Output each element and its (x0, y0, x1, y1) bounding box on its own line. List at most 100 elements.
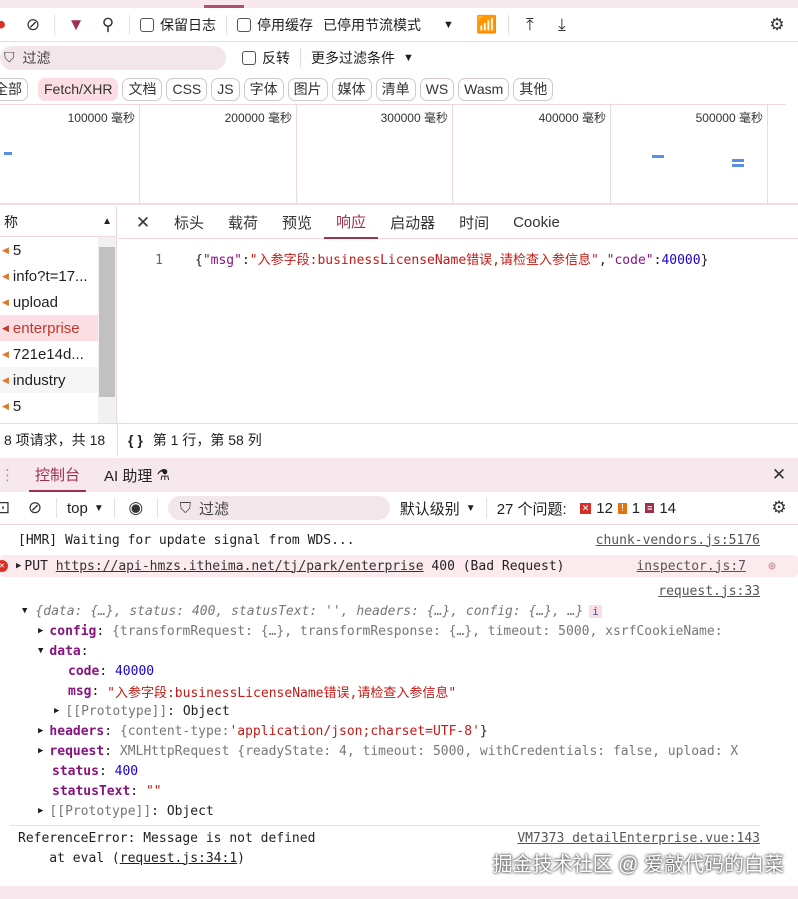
source-link[interactable]: inspector.js:7 (636, 559, 746, 574)
type-ws[interactable]: WS (419, 77, 455, 101)
tab-cookies[interactable]: Cookie (501, 207, 572, 239)
request-list-scrollbar[interactable] (98, 237, 116, 423)
property-config[interactable]: ▶ config: {transformRequest: {…}, transfo… (0, 621, 798, 641)
expand-arrow-icon[interactable]: ▼ (38, 646, 43, 656)
network-conditions-icon[interactable]: 📶 (476, 14, 498, 36)
request-row[interactable]: ◀ upload (0, 289, 98, 315)
expand-arrow-icon[interactable]: ▶ (54, 706, 59, 716)
request-url-link[interactable]: https://api-hmzs.itheima.net/tj/park/ent… (56, 559, 424, 574)
close-icon[interactable]: ✕ (132, 212, 154, 234)
tab-response[interactable]: 响应 (324, 207, 379, 239)
source-link[interactable]: VM7373 detailEnterprise.vue:143 (517, 831, 760, 846)
type-img[interactable]: 图片 (287, 77, 328, 101)
expand-arrow-icon[interactable]: ▶ (38, 806, 43, 816)
more-filters-button[interactable]: 更多过滤条件 ▼ (311, 48, 414, 68)
log-level-select[interactable]: 默认级别 ▼ (400, 498, 476, 519)
divider (129, 14, 130, 35)
type-other[interactable]: 其他 (513, 77, 554, 101)
request-row[interactable]: ◀ 5 (0, 393, 98, 419)
type-js[interactable]: JS (211, 77, 240, 101)
scrollbar-thumb[interactable] (99, 247, 115, 397)
property-value: "入参字段:businessLicenseName错误,请检查入参信息" (107, 685, 457, 701)
request-row-selected[interactable]: ◀ enterprise (0, 315, 98, 341)
property-value: "" (145, 783, 162, 799)
console-settings-icon[interactable]: ⚙ (768, 497, 790, 519)
cursor-position: 第 1 行，第 58 列 (152, 432, 262, 448)
pretty-print-icon[interactable]: { } (128, 432, 143, 448)
source-link[interactable]: chunk-vendors.js:5176 (596, 533, 760, 548)
tab-timing[interactable]: 时间 (447, 207, 501, 239)
divider (56, 498, 57, 518)
context-select[interactable]: top ▼ (67, 500, 104, 517)
property-prototype[interactable]: ▶ [[Prototype]]: Object (0, 701, 798, 721)
issues-button[interactable]: 27 个问题: ✕ 12 ! 1 ≡ 14 (497, 498, 676, 519)
console-output: [HMR] Waiting for update signal from WDS… (0, 530, 798, 868)
request-row[interactable]: ◀ info?t=17... (0, 263, 98, 289)
type-fetch-xhr[interactable]: Fetch/XHR (38, 77, 119, 101)
expand-arrow-icon[interactable]: ▶ (38, 726, 43, 736)
source-link[interactable]: request.js:33 (658, 584, 760, 599)
property-data[interactable]: ▼ data: (0, 641, 798, 661)
record-icon[interactable]: ⏺ (0, 14, 12, 36)
expand-arrow-icon[interactable]: ▼ (22, 606, 27, 616)
request-list: 称 ▲ ◀ 5 ◀ info?t=17... ◀ upload ◀ enterprise … (0, 207, 117, 423)
filter-icon[interactable]: ▼ (65, 14, 87, 36)
gear-icon[interactable]: ⚙ (766, 14, 788, 36)
search-icon[interactable]: ⚲ (97, 14, 119, 36)
throttling-select[interactable]: 已停用节流模式 ▼ (323, 15, 454, 35)
type-manifest[interactable]: 清单 (375, 77, 416, 101)
issues-label: 27 个问题: (496, 500, 567, 518)
property-prototype[interactable]: ▶ [[Prototype]]: Object (0, 801, 798, 821)
response-body[interactable]: 1 {"msg":"入参字段:businessLicenseName错误,请检查入… (118, 249, 798, 268)
brace: } (479, 723, 488, 739)
tab-preview[interactable]: 预览 (270, 207, 324, 239)
console-filter-input[interactable]: ⛉ 过滤 (167, 496, 390, 520)
message-text: ReferenceError: Message is not defined (18, 830, 316, 846)
preserve-log-checkbox[interactable]: 保留日志 (140, 15, 216, 35)
http-method: PUT (24, 558, 48, 574)
type-css[interactable]: CSS (166, 77, 208, 101)
network-overview-timeline[interactable]: 100000 毫秒 200000 毫秒 300000 毫秒 400000 毫秒 … (0, 105, 798, 205)
eye-icon[interactable]: ◉ (125, 497, 147, 519)
type-wasm[interactable]: Wasm (458, 77, 510, 101)
tab-payload[interactable]: 载荷 (216, 207, 270, 239)
expand-arrow-icon[interactable]: ▶ (38, 626, 43, 636)
sidebar-toggle-icon[interactable]: ⊡ (0, 497, 14, 519)
type-doc[interactable]: 文档 (122, 77, 163, 101)
disable-cache-checkbox[interactable]: 停用缓存 (237, 15, 313, 35)
type-media[interactable]: 媒体 (331, 77, 372, 101)
property-value: 400 (114, 763, 139, 779)
tab-initiator[interactable]: 启动器 (378, 207, 447, 239)
request-row[interactable]: ◀ industry (0, 367, 98, 393)
property-key: [[Prototype]] (65, 703, 168, 719)
type-all[interactable]: 全部 (0, 77, 28, 101)
tab-headers[interactable]: 标头 (162, 207, 216, 239)
invert-label: 反转 (262, 49, 290, 66)
expand-arrow-icon[interactable]: ▶ (16, 561, 21, 571)
request-detail-panel: ✕ 标头 载荷 预览 响应 启动器 时间 Cookie 1 {"msg":"入参字… (118, 207, 798, 423)
property-request[interactable]: ▶ request: XMLHttpRequest {readyState: 4,… (0, 741, 768, 761)
error-icon: ✕ (0, 560, 8, 572)
filter-input[interactable]: ⛉ 过滤 (0, 45, 226, 70)
clear-console-icon[interactable]: ⊘ (24, 497, 46, 519)
request-row[interactable]: ◀ 5 (0, 237, 98, 263)
name-column-header[interactable]: 称 ▲ (0, 207, 116, 237)
drag-handle-icon[interactable]: ⋮ (0, 466, 15, 484)
tab-ai-assistant[interactable]: AI 助理 ⚗ (104, 465, 170, 486)
type-font[interactable]: 字体 (243, 77, 284, 101)
network-link-icon[interactable]: ⊕ (768, 559, 776, 574)
invert-checkbox[interactable]: 反转 (242, 48, 290, 68)
object-summary[interactable]: ▼ {data: {…}, status: 400, statusText: ''… (0, 601, 798, 621)
stack-link[interactable]: request.js:34:1 (120, 851, 237, 866)
property-value: 40000 (114, 663, 155, 679)
json-key: "code" (606, 253, 654, 268)
close-drawer-icon[interactable]: ✕ (768, 464, 790, 486)
expand-arrow-icon[interactable]: ▶ (38, 746, 43, 756)
tab-console[interactable]: 控制台 (29, 458, 87, 492)
clear-icon[interactable]: ⊘ (22, 14, 44, 36)
download-icon[interactable]: ⤓ (551, 14, 573, 36)
upload-icon[interactable]: ⤒ (519, 14, 541, 36)
property-headers[interactable]: ▶ headers: {content-type: 'application/js… (0, 721, 798, 741)
timeline-tick: 300000 毫秒 (297, 105, 453, 205)
request-row[interactable]: ◀ 721e14d... (0, 341, 98, 367)
